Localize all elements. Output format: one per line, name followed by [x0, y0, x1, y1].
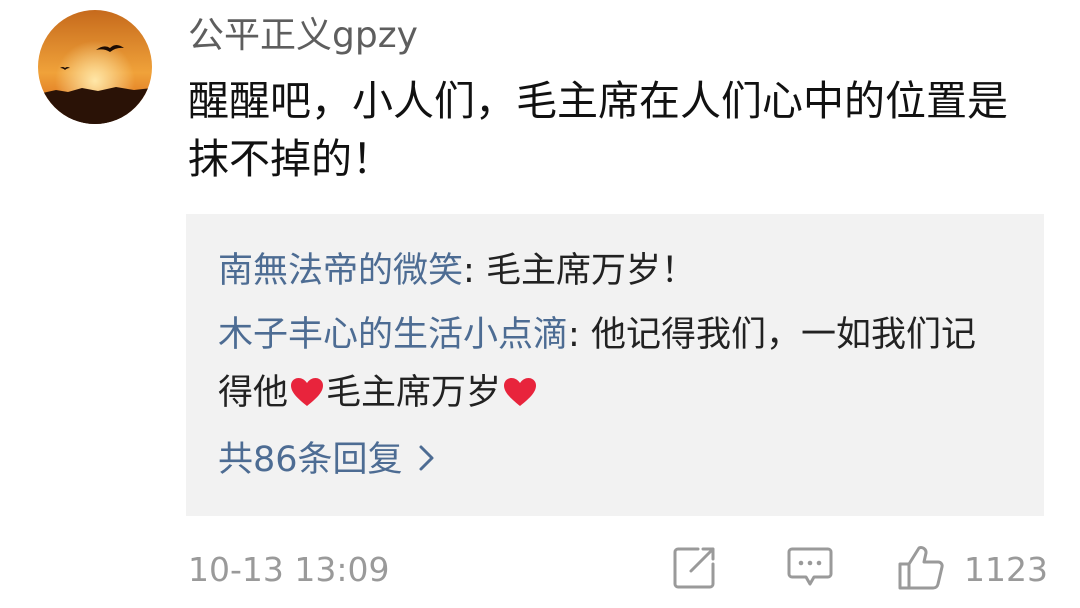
reply-separator: :	[463, 251, 486, 291]
reply-button[interactable]	[786, 544, 834, 590]
comment-text: 醒醒吧，小人们，毛主席在人们心中的位置是抹不掉的！	[188, 77, 1008, 183]
reply-preview-box[interactable]: 南無法帝的微笑: 毛主席万岁！ 木子丰心的生活小点滴: 他记得我们，一如我们记得…	[186, 214, 1044, 516]
comment-icon	[787, 547, 833, 586]
heart-icon	[504, 378, 537, 406]
reply-separator: :	[568, 315, 591, 355]
reply-author[interactable]: 木子丰心的生活小点滴	[218, 315, 568, 355]
reply-count-label: 共86条回复	[218, 440, 403, 480]
share-icon	[673, 547, 715, 589]
view-all-replies-link[interactable]: 共86条回复	[218, 436, 437, 484]
like-count: 1123	[964, 550, 1048, 589]
like-button[interactable]	[896, 544, 946, 592]
username[interactable]: 公平正义gpzy	[188, 12, 418, 60]
reply-item[interactable]: 南無法帝的微笑: 毛主席万岁！	[218, 242, 1008, 300]
chevron-right-icon	[419, 445, 434, 471]
reply-text-continued: 毛主席万岁	[326, 373, 502, 413]
reply-text: 毛主席万岁！	[485, 251, 696, 291]
reply-item[interactable]: 木子丰心的生活小点滴: 他记得我们，一如我们记得他 毛主席万岁	[218, 306, 1008, 422]
sunset-bird-avatar-icon	[38, 10, 152, 124]
avatar[interactable]	[38, 10, 152, 124]
comment-timestamp: 10-13 13:09	[188, 550, 390, 589]
like-icon	[898, 546, 944, 590]
reply-author[interactable]: 南無法帝的微笑	[218, 251, 463, 291]
heart-icon	[291, 378, 324, 406]
share-button[interactable]	[672, 544, 718, 590]
